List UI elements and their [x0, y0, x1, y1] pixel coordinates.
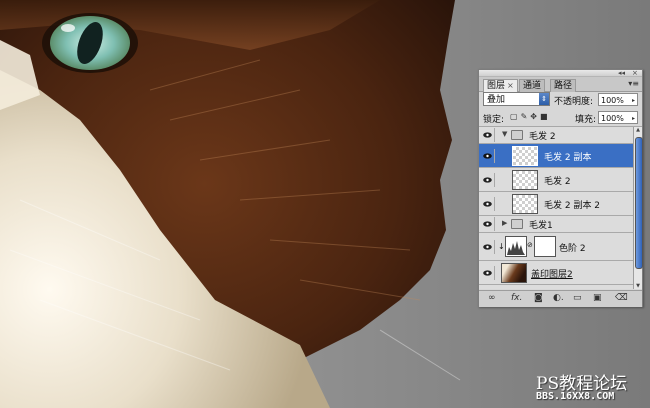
fx-icon[interactable]: fx.	[511, 293, 522, 303]
opacity-slider-icon[interactable]: ▸	[632, 94, 635, 107]
lock-icons: ▢✎✥■	[510, 112, 551, 121]
panel-menu-icon[interactable]: ▾≡	[628, 79, 639, 88]
collapse-triangle-icon[interactable]: ▶	[502, 219, 507, 227]
layer-fur2[interactable]: 毛发 2	[479, 168, 633, 192]
lock-brush-icon[interactable]: ✎	[521, 112, 531, 121]
layers-panel: ◂◂ × 图层 × 通道 路径 ▾≡ 叠加 ⇕ 不透明度: 100% ▸ 锁定: …	[478, 69, 643, 307]
lock-label: 锁定:	[483, 115, 505, 125]
adjustment-icon[interactable]: ◐.	[553, 293, 564, 303]
layer-group-fur2[interactable]: ▼ 毛发 2	[479, 127, 633, 144]
lock-transparency-icon[interactable]: ▢	[510, 112, 521, 121]
visibility-eye-icon[interactable]	[481, 196, 495, 211]
blend-mode-select[interactable]: 叠加 ⇕	[483, 92, 550, 106]
layer-stamp2[interactable]: 盖印图层2	[479, 261, 633, 285]
fill-input[interactable]: 100% ▸	[598, 111, 638, 124]
opacity-label: 不透明度:	[554, 97, 594, 107]
layer-name: 毛发 2 副本 2	[544, 201, 601, 211]
mask-icon[interactable]: ◙	[534, 293, 543, 303]
layer-name: 毛发 2 副本	[544, 153, 592, 163]
clip-arrow-icon: ↓	[498, 242, 505, 251]
panel-tabs: 图层 × 通道 路径 ▾≡	[479, 77, 642, 93]
visibility-eye-icon[interactable]	[481, 172, 495, 187]
lock-all-icon[interactable]: ■	[540, 112, 551, 121]
expand-triangle-icon[interactable]: ▼	[502, 130, 507, 138]
visibility-eye-icon[interactable]	[481, 239, 495, 254]
fill-label: 填充:	[575, 115, 597, 125]
link-icon[interactable]: ∞	[488, 293, 496, 303]
tab-channels-label: 通道	[523, 81, 542, 91]
panel-bottom-bar: ∞ fx. ◙ ◐. ▭ ▣ ⌫	[479, 290, 642, 307]
visibility-eye-icon[interactable]	[481, 148, 495, 163]
layer-name: 毛发 2	[529, 132, 556, 142]
layer-name: 色阶 2	[559, 244, 586, 254]
scroll-up-icon[interactable]: ▲	[634, 127, 642, 133]
visibility-eye-icon[interactable]	[481, 265, 495, 280]
fill-value: 100%	[601, 114, 624, 123]
panel-close-icon[interactable]: ×	[632, 69, 638, 77]
layers-scrollbar[interactable]: ▲ ▼	[633, 127, 643, 289]
panel-title-bar[interactable]: ◂◂ ×	[479, 69, 642, 77]
lock-move-icon[interactable]: ✥	[530, 112, 540, 121]
layer-thumbnail	[512, 146, 538, 166]
blend-mode-value: 叠加	[487, 95, 506, 105]
watermark-url: BBS.16XX8.COM	[536, 391, 615, 402]
chain-link-icon[interactable]: ⊘	[527, 241, 533, 249]
folder-icon	[511, 219, 523, 229]
layer-fur2-copy[interactable]: 毛发 2 副本	[479, 144, 633, 168]
scroll-down-icon[interactable]: ▼	[634, 283, 642, 289]
folder-icon[interactable]: ▭	[573, 293, 582, 303]
new-layer-icon[interactable]: ▣	[593, 293, 602, 303]
trash-icon[interactable]: ⌫	[615, 293, 628, 303]
folder-icon	[511, 130, 523, 140]
blend-row: 叠加 ⇕ 不透明度: 100% ▸	[479, 91, 642, 109]
fill-slider-icon[interactable]: ▸	[632, 112, 635, 125]
dropdown-arrow-icon: ⇕	[539, 93, 549, 105]
cat-thumbnail	[501, 263, 527, 283]
layer-fur2-copy2[interactable]: 毛发 2 副本 2	[479, 192, 633, 216]
layer-name: 盖印图层2	[531, 270, 573, 280]
layer-thumbnail	[512, 194, 538, 214]
layer-name: 毛发1	[529, 221, 553, 231]
layer-mask-thumbnail[interactable]	[534, 236, 556, 257]
tab-close-icon[interactable]: ×	[507, 81, 514, 90]
lock-row: 锁定: ▢✎✥■ 填充: 100% ▸	[479, 110, 642, 127]
layer-levels2[interactable]: ↓ ⊘ 色阶 2	[479, 233, 633, 261]
visibility-eye-icon[interactable]	[481, 128, 495, 142]
levels-histogram-icon	[505, 236, 527, 257]
visibility-eye-icon[interactable]	[481, 217, 495, 231]
scroll-thumb[interactable]	[635, 137, 643, 269]
collapse-icon[interactable]: ◂◂	[618, 69, 625, 77]
layer-thumbnail	[512, 170, 538, 190]
opacity-input[interactable]: 100% ▸	[598, 93, 638, 106]
tab-layers-label: 图层	[487, 81, 506, 91]
opacity-value: 100%	[601, 96, 624, 105]
tab-paths-label: 路径	[554, 81, 573, 91]
layer-group-fur1[interactable]: ▶ 毛发1	[479, 216, 633, 233]
layers-list: ▼ 毛发 2 毛发 2 副本 毛发 2 毛发 2 副本 2 ▶ 毛发1 ↓ ⊘ …	[479, 127, 633, 289]
layer-name: 毛发 2	[544, 177, 571, 187]
